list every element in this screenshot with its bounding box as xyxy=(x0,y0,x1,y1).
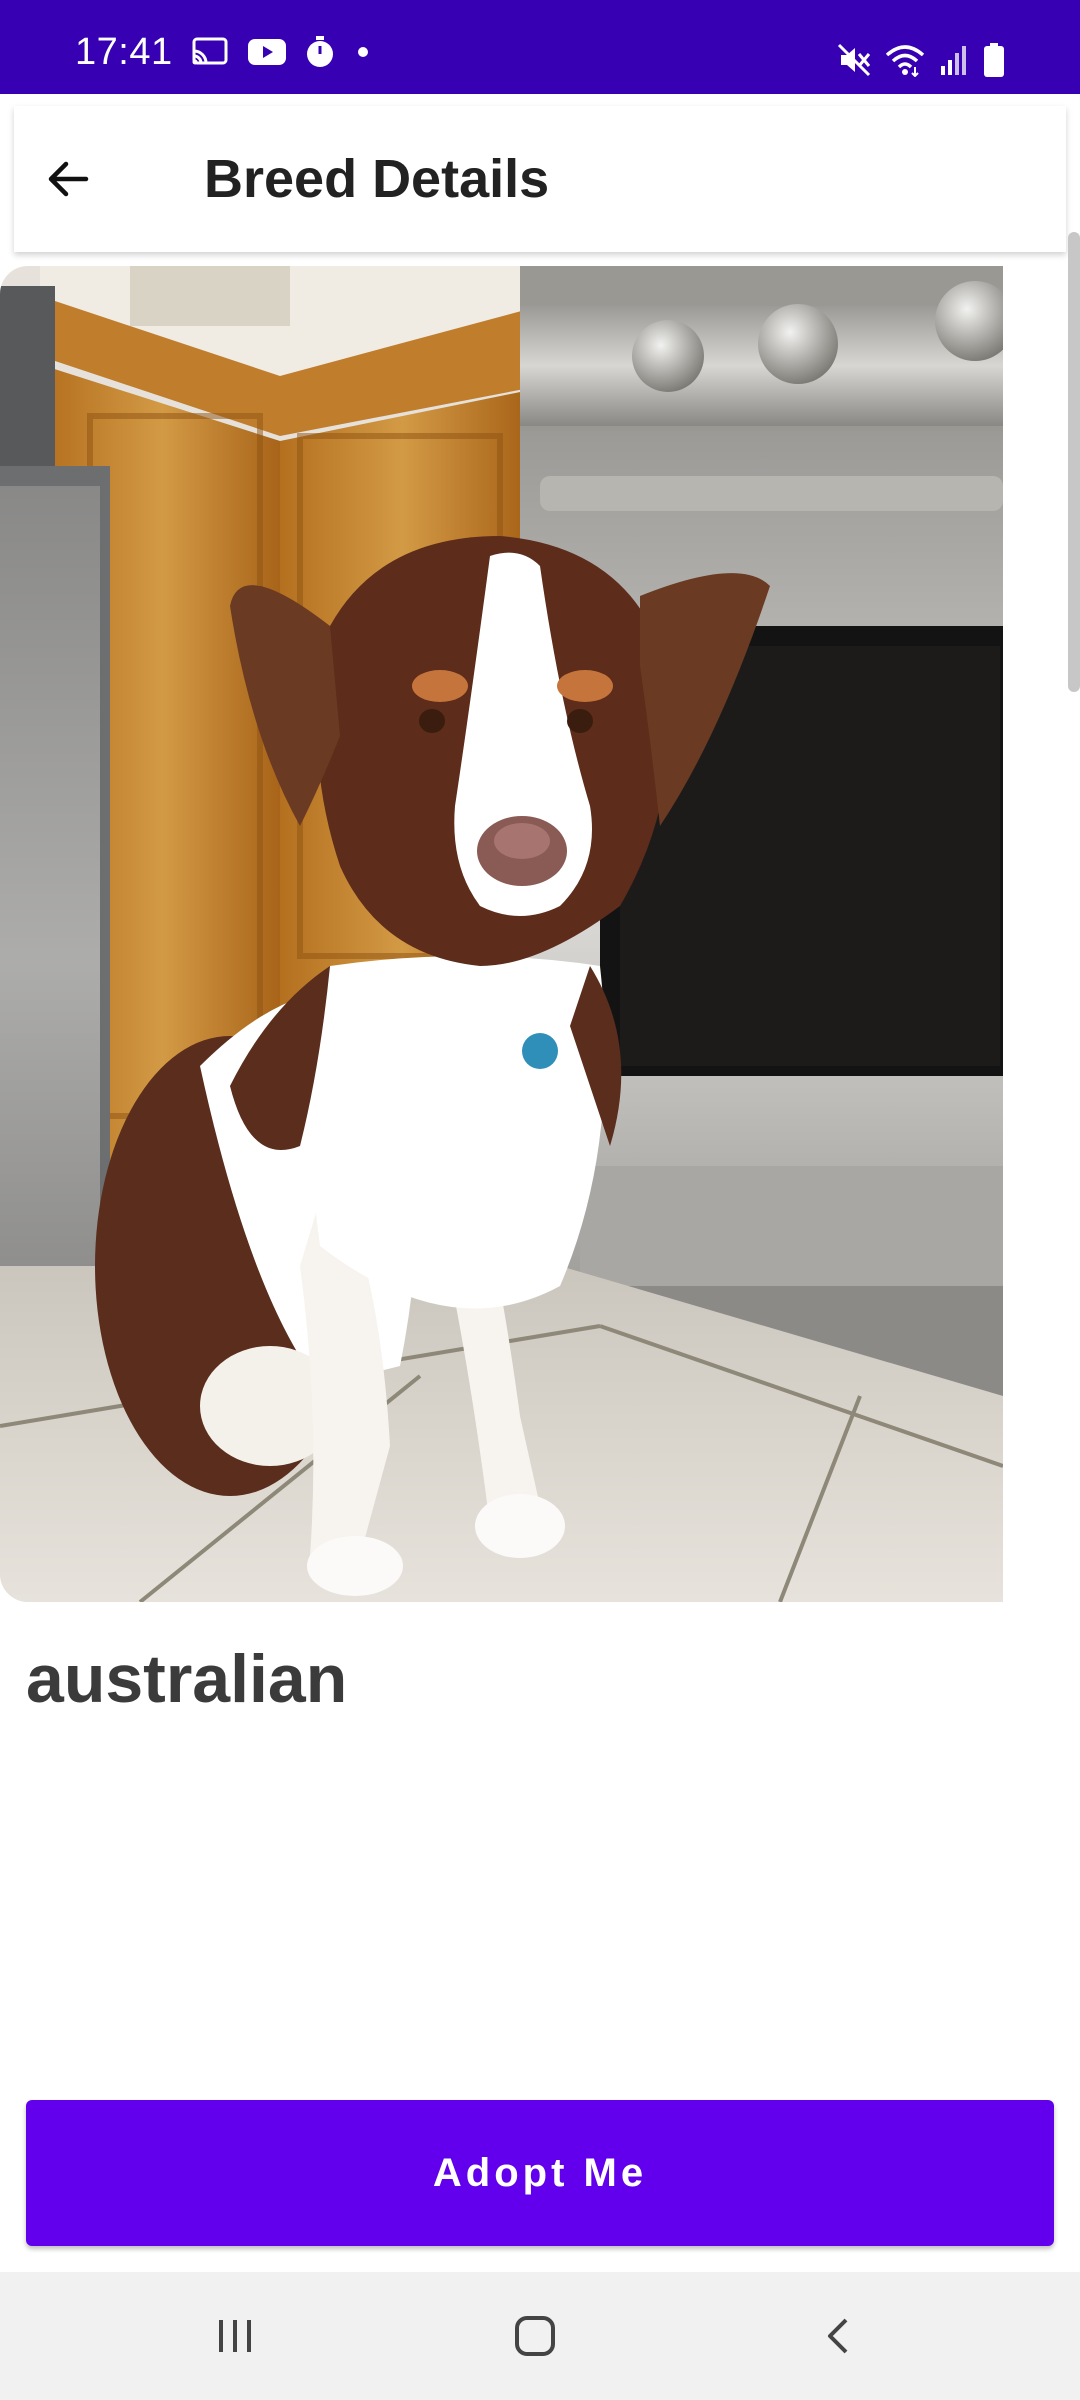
recents-button[interactable] xyxy=(190,2296,280,2376)
mute-icon xyxy=(837,43,871,77)
status-right xyxy=(837,42,1005,78)
dot-icon xyxy=(353,42,373,62)
page-title: Breed Details xyxy=(204,149,550,209)
back-icon xyxy=(828,2318,848,2354)
status-left: 17:41 xyxy=(75,31,373,74)
app-bar: Breed Details xyxy=(14,106,1066,252)
system-back-button[interactable] xyxy=(795,2296,885,2376)
cast-icon xyxy=(191,37,229,67)
signal-icon xyxy=(939,44,969,76)
recents-icon xyxy=(219,2320,251,2352)
status-time: 17:41 xyxy=(75,30,173,73)
battery-icon xyxy=(983,42,1005,78)
scroll-indicator[interactable] xyxy=(1068,232,1080,692)
home-button[interactable] xyxy=(490,2296,580,2376)
navigation-bar xyxy=(0,2272,1080,2400)
status-bar: 17:41 xyxy=(0,0,1080,94)
back-button[interactable] xyxy=(32,143,104,215)
adopt-me-button[interactable]: Adopt Me xyxy=(26,2100,1054,2246)
arrow-back-icon xyxy=(48,161,89,197)
breed-name: australian xyxy=(26,1641,348,1717)
youtube-icon xyxy=(247,37,287,67)
wifi-icon xyxy=(885,43,925,77)
timer-icon xyxy=(305,35,335,69)
home-icon xyxy=(515,2316,555,2356)
breed-image xyxy=(0,266,1003,1602)
